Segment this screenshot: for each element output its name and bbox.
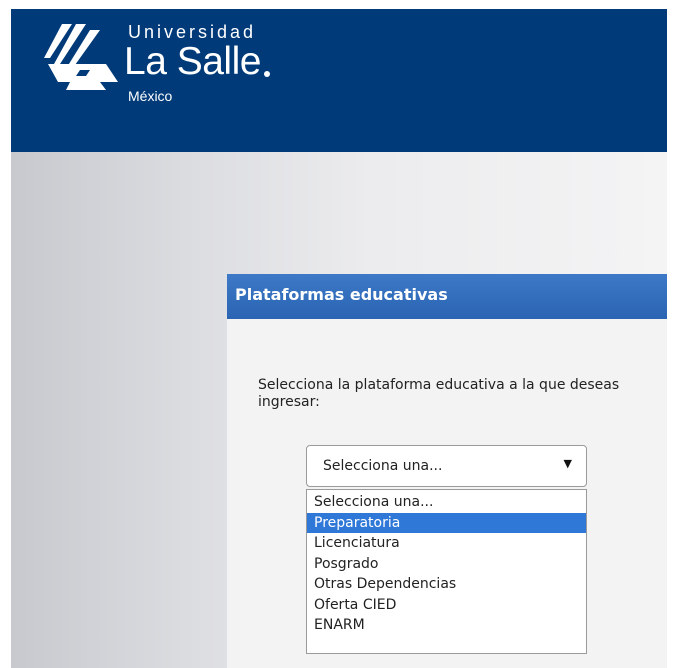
panel-title: Plataformas educativas [235,285,448,304]
la-salle-logo-icon [44,24,118,90]
option-posgrado[interactable]: Posgrado [307,554,586,575]
panel-header: Plataformas educativas [227,274,667,319]
option-otras-dependencias[interactable]: Otras Dependencias [307,574,586,595]
platform-select[interactable]: Selecciona una... ▼ [306,445,587,487]
page: Universidad La Salle México Plataformas … [11,9,667,668]
option-preparatoria[interactable]: Preparatoria [307,512,586,533]
platform-panel: Plataformas educativas Selecciona la pla… [227,274,667,668]
platform-prompt: Selecciona la plataforma educativa a la … [258,377,620,410]
la-salle-logo[interactable]: Universidad La Salle México [44,21,304,121]
logo-name-text: La Salle [124,40,261,83]
option-licenciatura[interactable]: Licenciatura [307,533,586,554]
dropdown-arrow-icon: ▼ [563,457,572,470]
platform-dropdown-list: Selecciona una... Preparatoria Licenciat… [306,489,587,654]
option-enarm[interactable]: ENARM [307,615,586,636]
option-selecciona[interactable]: Selecciona una... [307,492,586,513]
platform-select-value: Selecciona una... [323,458,443,474]
logo-dot [264,71,270,77]
option-oferta-cied[interactable]: Oferta CIED [307,595,586,616]
site-header: Universidad La Salle México [11,9,667,152]
logo-country-text: México [128,88,173,104]
